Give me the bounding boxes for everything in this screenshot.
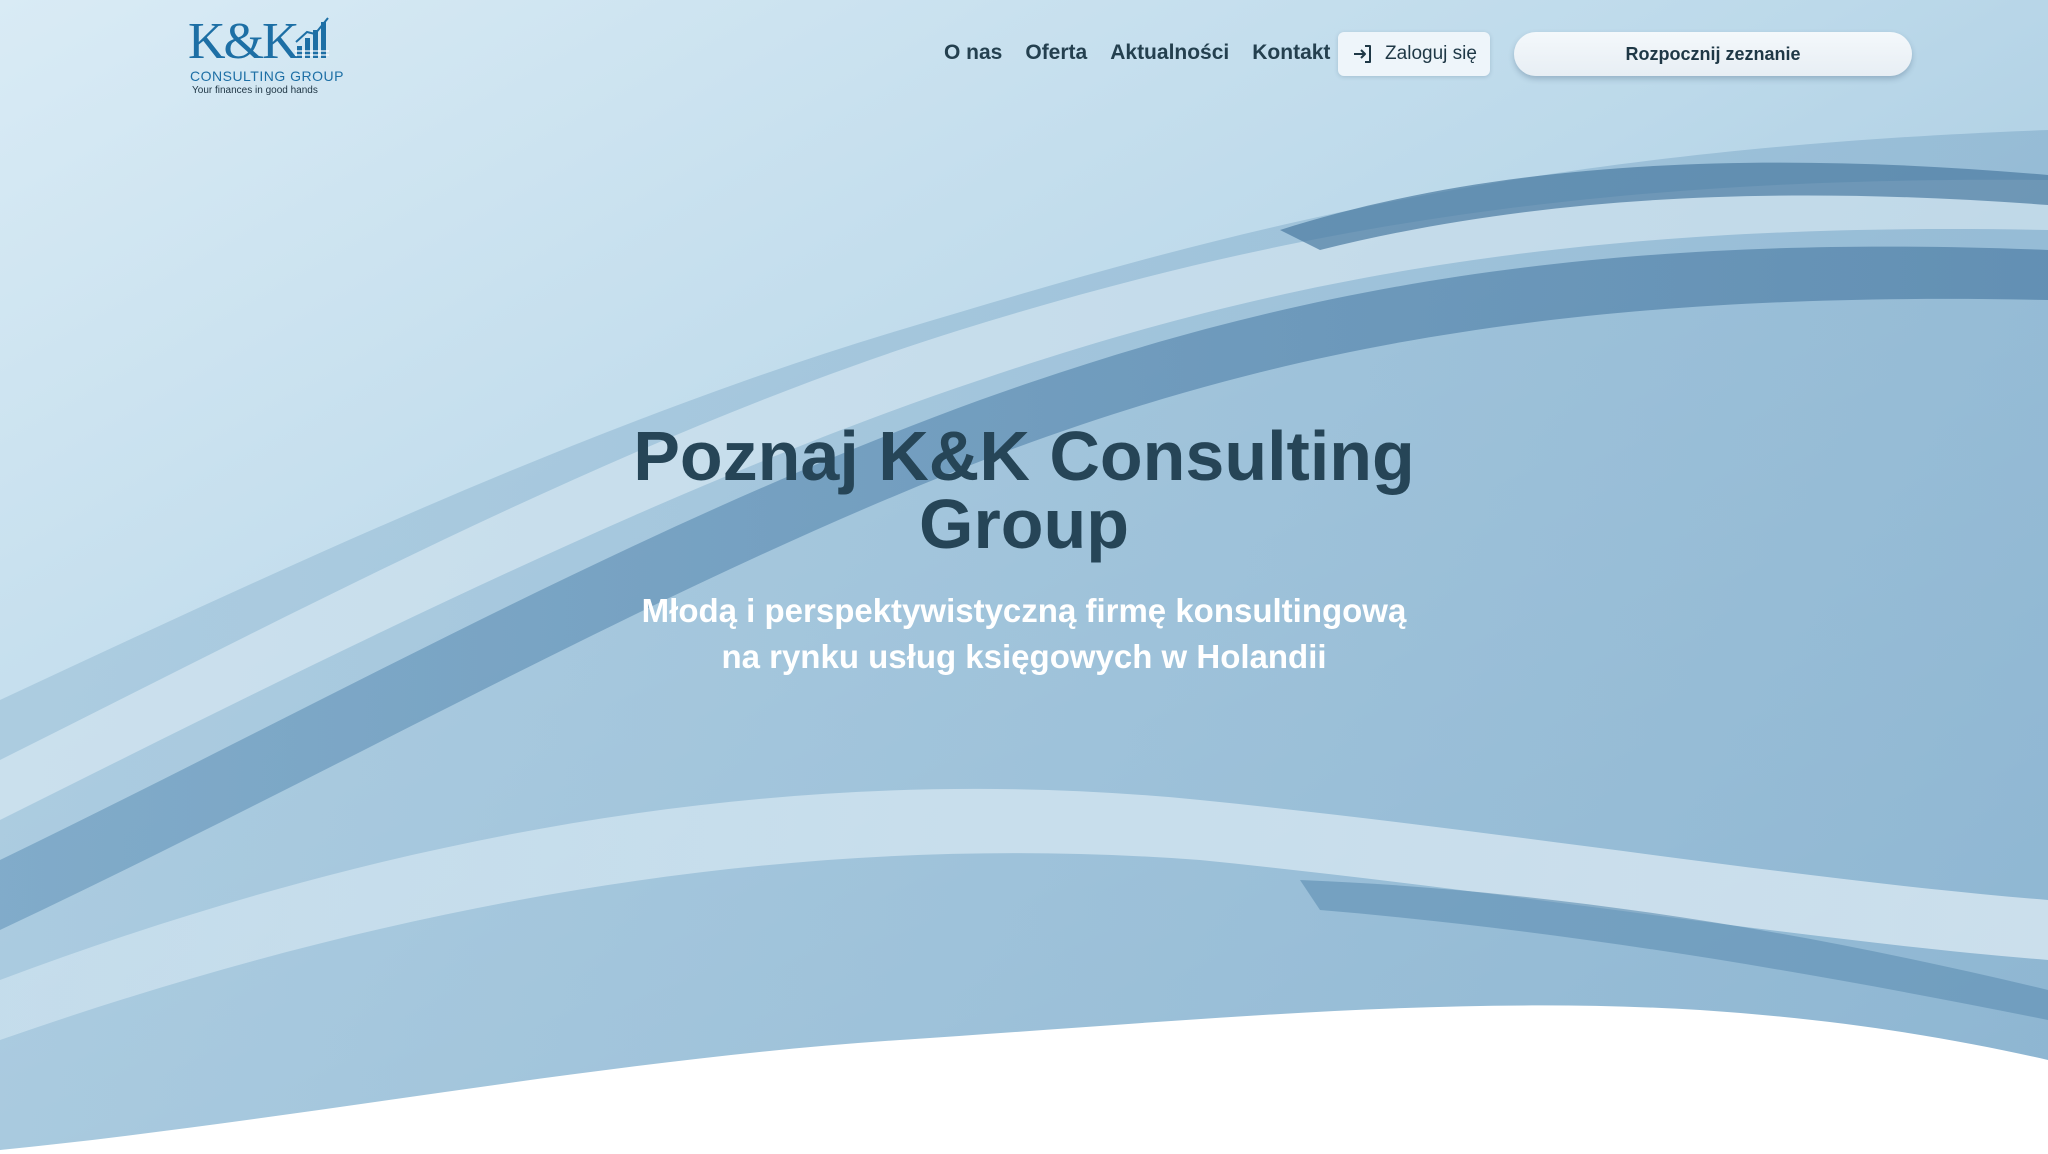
- nav-item-kontakt[interactable]: Kontakt: [1252, 41, 1330, 65]
- logo-mark: K&K: [188, 13, 300, 70]
- company-logo[interactable]: K&K CONSULTING GROUP Your finances in go…: [188, 13, 343, 98]
- wave-background: [0, 0, 2048, 1154]
- logo-tagline: Your finances in good hands: [192, 85, 318, 96]
- nav-item-o-nas[interactable]: O nas: [944, 41, 1002, 65]
- start-declaration-button[interactable]: Rozpocznij zeznanie: [1514, 32, 1912, 76]
- login-arrow-icon: [1354, 45, 1372, 63]
- main-nav: O nas Oferta Aktualności Kontakt: [944, 38, 1330, 68]
- nav-item-oferta[interactable]: Oferta: [1025, 41, 1087, 65]
- login-label: Zaloguj się: [1385, 43, 1477, 64]
- logo-subtitle: CONSULTING GROUP: [190, 68, 344, 84]
- login-button[interactable]: Zaloguj się: [1338, 32, 1490, 76]
- start-declaration-label: Rozpocznij zeznanie: [1625, 43, 1801, 64]
- hero-title: Poznaj K&K Consulting Group: [633, 417, 1415, 563]
- bar-chart-icon: [295, 17, 329, 58]
- hero-section: K&K CONSULTING GROUP Your finances in go…: [0, 0, 2048, 1154]
- hero-subtitle: Młodą i perspektywistyczną firmę konsult…: [641, 592, 1407, 675]
- nav-item-aktualnosci[interactable]: Aktualności: [1110, 41, 1229, 65]
